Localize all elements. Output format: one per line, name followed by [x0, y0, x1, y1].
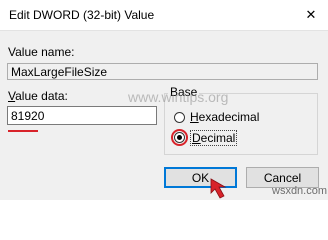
value-name-text: MaxLargeFileSize [11, 65, 108, 79]
value-name-label: Value name: [8, 45, 75, 59]
hexadecimal-accel: H [190, 110, 199, 124]
decimal-radio-dot [177, 135, 182, 140]
value-data-input[interactable]: 81920 [7, 106, 157, 125]
decimal-radio[interactable] [174, 132, 185, 143]
base-label: Base [168, 85, 200, 99]
close-icon: ✕ [305, 7, 317, 22]
value-data-text: 81920 [11, 109, 45, 123]
decimal-label-rest: ecimal [200, 131, 236, 145]
window-title: Edit DWORD (32-bit) Value [9, 8, 155, 22]
cancel-button-label: Cancel [263, 170, 302, 185]
annotation-underline [8, 130, 38, 132]
value-name-field[interactable]: MaxLargeFileSize [7, 63, 318, 80]
red-arrow-pointer-icon [210, 178, 227, 199]
title-bar: Edit DWORD (32-bit) Value ✕ [0, 0, 328, 31]
close-button[interactable]: ✕ [294, 0, 328, 30]
ok-button-label: OK [191, 170, 210, 185]
value-data-label-rest: alue data: [15, 89, 68, 103]
base-groupbox [164, 93, 318, 155]
decimal-label[interactable]: Decimal [190, 130, 238, 146]
hexadecimal-label[interactable]: Hexadecimal [190, 110, 259, 124]
value-data-label: Value data: [8, 89, 68, 103]
hexadecimal-radio[interactable] [174, 112, 185, 123]
hexadecimal-label-rest: exadecimal [198, 110, 260, 124]
watermark-corner: wsxdn.com [272, 185, 328, 197]
decimal-accel: D [192, 131, 201, 145]
